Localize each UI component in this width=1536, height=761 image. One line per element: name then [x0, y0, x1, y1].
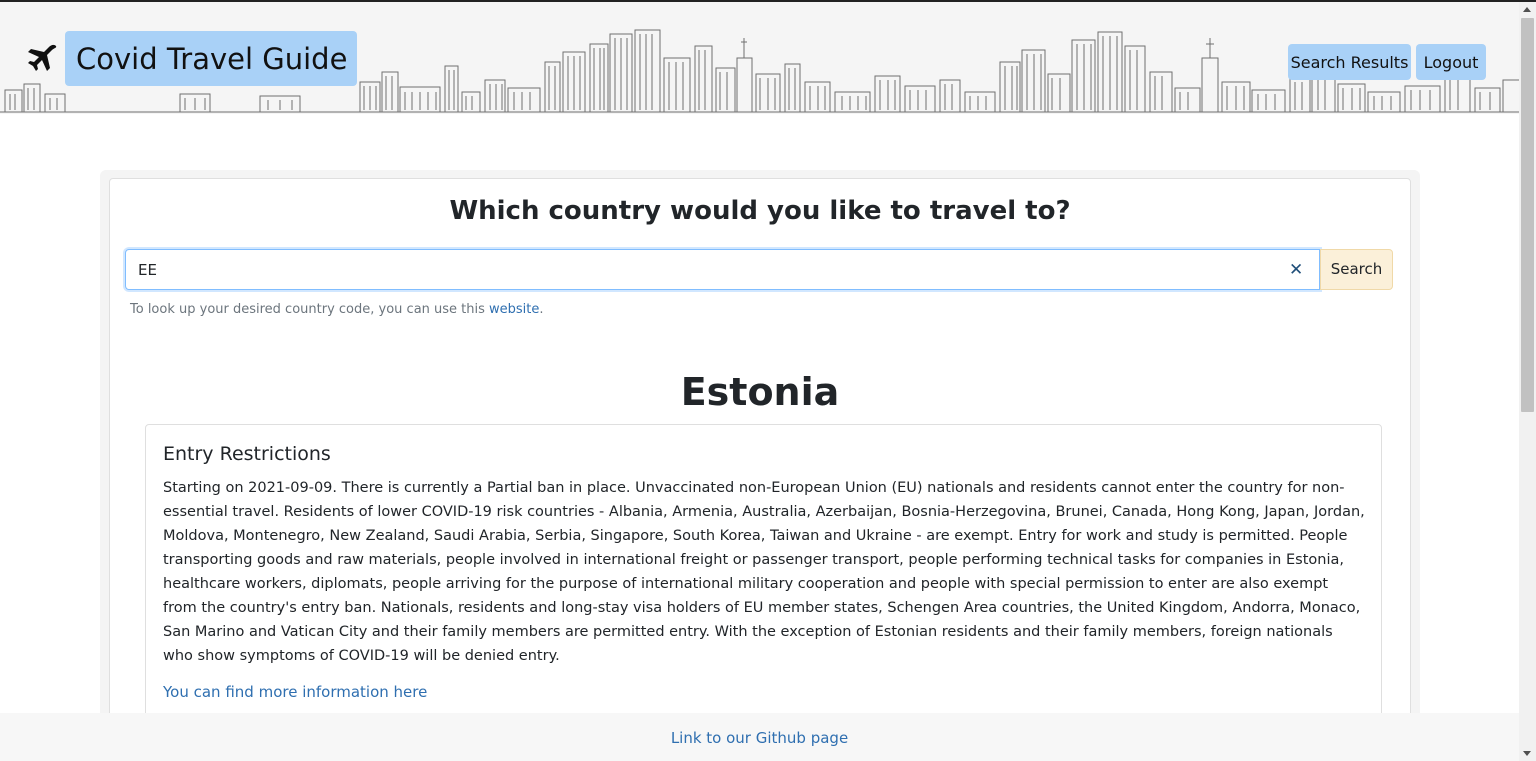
- airplane-icon: [28, 44, 57, 71]
- country-code-website-link[interactable]: website: [489, 302, 539, 317]
- search-question-heading: Which country would you like to travel t…: [449, 196, 1071, 226]
- country-code-input[interactable]: [125, 249, 1320, 290]
- country-code-hint: To look up your desired country code, yo…: [130, 302, 544, 317]
- scroll-down-arrow-icon[interactable]: [1523, 751, 1531, 756]
- brand-title[interactable]: Covid Travel Guide: [65, 31, 357, 86]
- search-results-button[interactable]: Search Results: [1288, 44, 1411, 80]
- country-name-heading: Estonia: [680, 370, 840, 414]
- github-page-link[interactable]: Link to our Github page: [0, 729, 1519, 747]
- scroll-up-arrow-icon[interactable]: [1523, 7, 1531, 12]
- site-header: Covid Travel Guide Search Results Logout: [0, 2, 1519, 114]
- page-footer: Link to our Github page: [0, 713, 1519, 761]
- hint-text: To look up your desired country code, yo…: [130, 302, 490, 317]
- page-scrollbar[interactable]: [1519, 2, 1536, 761]
- scrollbar-thumb[interactable]: [1521, 18, 1534, 412]
- logout-button[interactable]: Logout: [1416, 44, 1486, 80]
- search-button[interactable]: Search: [1320, 249, 1393, 290]
- entry-restrictions-title: Entry Restrictions: [163, 443, 331, 465]
- more-information-link[interactable]: You can find more information here: [163, 683, 427, 701]
- entry-restrictions-text: Starting on 2021-09-09. There is current…: [163, 480, 1365, 664]
- hint-period: .: [539, 302, 544, 317]
- close-icon[interactable]: ✕: [1289, 262, 1303, 279]
